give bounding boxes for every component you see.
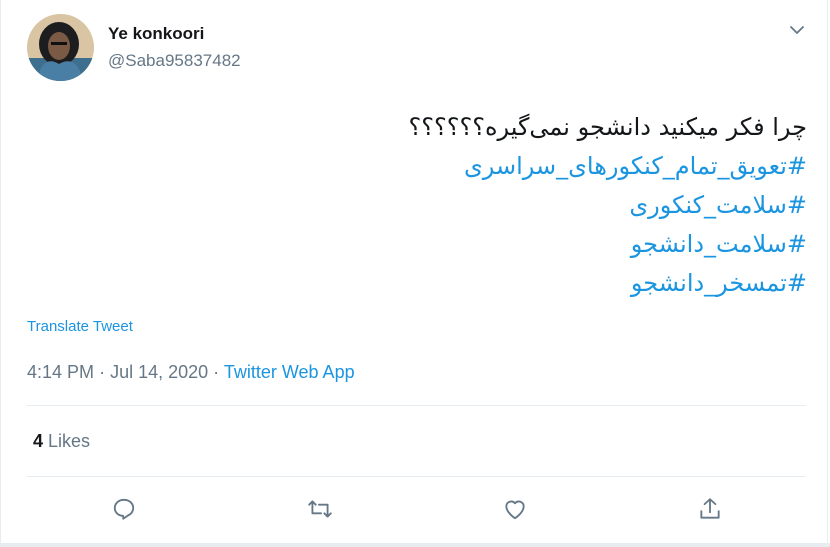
hashtag-link[interactable]: #سلامت_کنکوری [27,186,807,225]
divider [27,405,806,406]
meta-separator: · [99,362,106,382]
likes-label: Likes [48,431,91,451]
avatar-image [27,14,94,81]
divider [27,476,806,477]
avatar[interactable] [27,14,94,81]
reply-icon[interactable] [109,494,139,524]
user-handle[interactable]: @Saba95837482 [108,51,241,71]
likes-count: 4 [33,431,44,451]
retweet-icon[interactable] [305,494,335,524]
hashtag-link[interactable]: #تعویق_تمام_کنکورهای_سراسری [27,147,807,186]
tweet-date[interactable]: Jul 14, 2020 [110,362,208,382]
heart-icon[interactable] [500,494,530,524]
translate-tweet-link[interactable]: Translate Tweet [27,318,133,335]
tweet-time[interactable]: 4:14 PM [27,362,94,382]
meta-separator: · [213,362,220,382]
display-name[interactable]: Ye konkoori [108,24,204,44]
tweet-body: چرا فکر میکنید دانشجو نمی‌گیره؟؟؟؟؟؟ [408,113,807,141]
bottom-border [0,543,830,547]
hashtag-link[interactable]: #سلامت_دانشجو [27,225,807,264]
tweet-text: چرا فکر میکنید دانشجو نمی‌گیره؟؟؟؟؟؟ #تع… [27,108,807,303]
hashtag-link[interactable]: #تمسخر_دانشجو [27,264,807,303]
tweet-metadata: 4:14 PM · Jul 14, 2020 · Twitter Web App [27,362,355,383]
tweet-source-link[interactable]: Twitter Web App [224,362,355,382]
tweet-card: Ye konkoori @Saba95837482 چرا فکر میکنید… [0,0,828,545]
share-icon[interactable] [695,494,725,524]
likes-count-link[interactable]: 4 Likes [33,431,90,452]
chevron-down-icon[interactable] [787,20,807,40]
